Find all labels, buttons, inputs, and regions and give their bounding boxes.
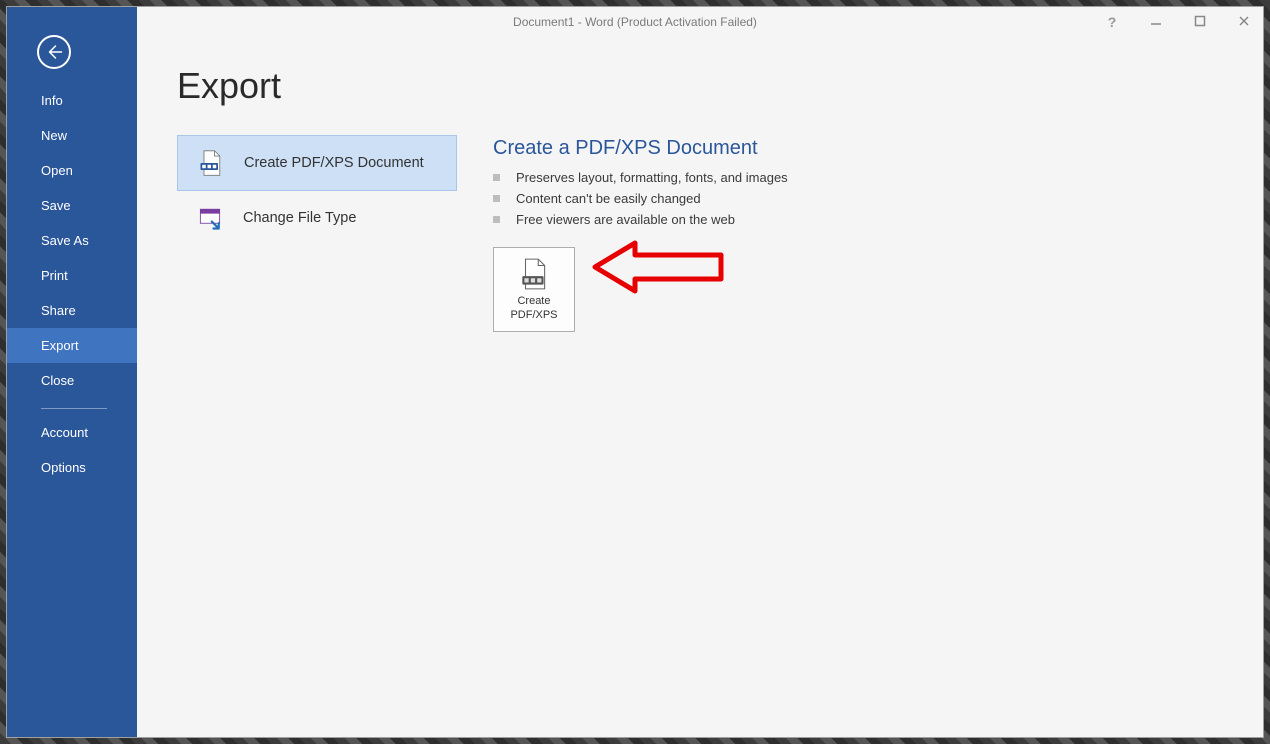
- nav-save-as[interactable]: Save As: [7, 223, 137, 258]
- bullet-icon: [493, 195, 500, 202]
- bullet-text: Content can't be easily changed: [516, 191, 701, 206]
- detail-bullet: Free viewers are available on the web: [493, 212, 1223, 227]
- back-arrow-icon: [45, 43, 63, 61]
- button-line1: Create: [510, 295, 557, 308]
- help-button[interactable]: ?: [1101, 14, 1123, 30]
- page-title: Export: [177, 65, 457, 107]
- nav-info[interactable]: Info: [7, 83, 137, 118]
- app-window: Document1 - Word (Product Activation Fai…: [6, 6, 1264, 738]
- pdfxps-icon: [196, 148, 226, 178]
- title-bar: Document1 - Word (Product Activation Fai…: [7, 7, 1263, 37]
- annotation-arrow: [589, 235, 729, 302]
- close-button[interactable]: [1233, 14, 1255, 30]
- nav-save[interactable]: Save: [7, 188, 137, 223]
- export-option-label: Create PDF/XPS Document: [244, 155, 424, 171]
- maximize-button[interactable]: [1189, 14, 1211, 30]
- nav-open[interactable]: Open: [7, 153, 137, 188]
- export-option-pdfxps[interactable]: Create PDF/XPS Document: [177, 135, 457, 191]
- export-option-label: Change File Type: [243, 210, 356, 226]
- button-line2: PDF/XPS: [510, 309, 557, 322]
- detail-bullet: Content can't be easily changed: [493, 191, 1223, 206]
- bullet-icon: [493, 174, 500, 181]
- change-file-type-icon: [195, 203, 225, 233]
- bullet-text: Free viewers are available on the web: [516, 212, 735, 227]
- export-options-column: Export Create PDF/XPS Document: [177, 65, 457, 245]
- nav-share[interactable]: Share: [7, 293, 137, 328]
- detail-heading: Create a PDF/XPS Document: [493, 137, 1223, 160]
- back-button[interactable]: [37, 35, 71, 69]
- pdfxps-large-icon: [517, 257, 551, 291]
- create-pdfxps-button[interactable]: Create PDF/XPS: [493, 247, 575, 332]
- export-detail-column: Create a PDF/XPS Document Preserves layo…: [493, 65, 1223, 332]
- window-controls: ?: [1101, 14, 1263, 30]
- bullet-text: Preserves layout, formatting, fonts, and…: [516, 170, 788, 185]
- bullet-icon: [493, 216, 500, 223]
- nav-print[interactable]: Print: [7, 258, 137, 293]
- nav-export[interactable]: Export: [7, 328, 137, 363]
- backstage-sidebar: Info New Open Save Save As Print Share E…: [7, 7, 137, 737]
- export-option-change-type[interactable]: Change File Type: [177, 191, 457, 245]
- detail-bullet: Preserves layout, formatting, fonts, and…: [493, 170, 1223, 185]
- nav-close[interactable]: Close: [7, 363, 137, 398]
- main-content: Export Create PDF/XPS Document: [137, 37, 1263, 737]
- minimize-button[interactable]: [1145, 14, 1167, 30]
- window-title: Document1 - Word (Product Activation Fai…: [7, 15, 1263, 29]
- backstage-body: Info New Open Save Save As Print Share E…: [7, 37, 1263, 737]
- nav-options[interactable]: Options: [7, 450, 137, 485]
- nav-divider: [41, 408, 107, 409]
- nav-account[interactable]: Account: [7, 415, 137, 450]
- nav-new[interactable]: New: [7, 118, 137, 153]
